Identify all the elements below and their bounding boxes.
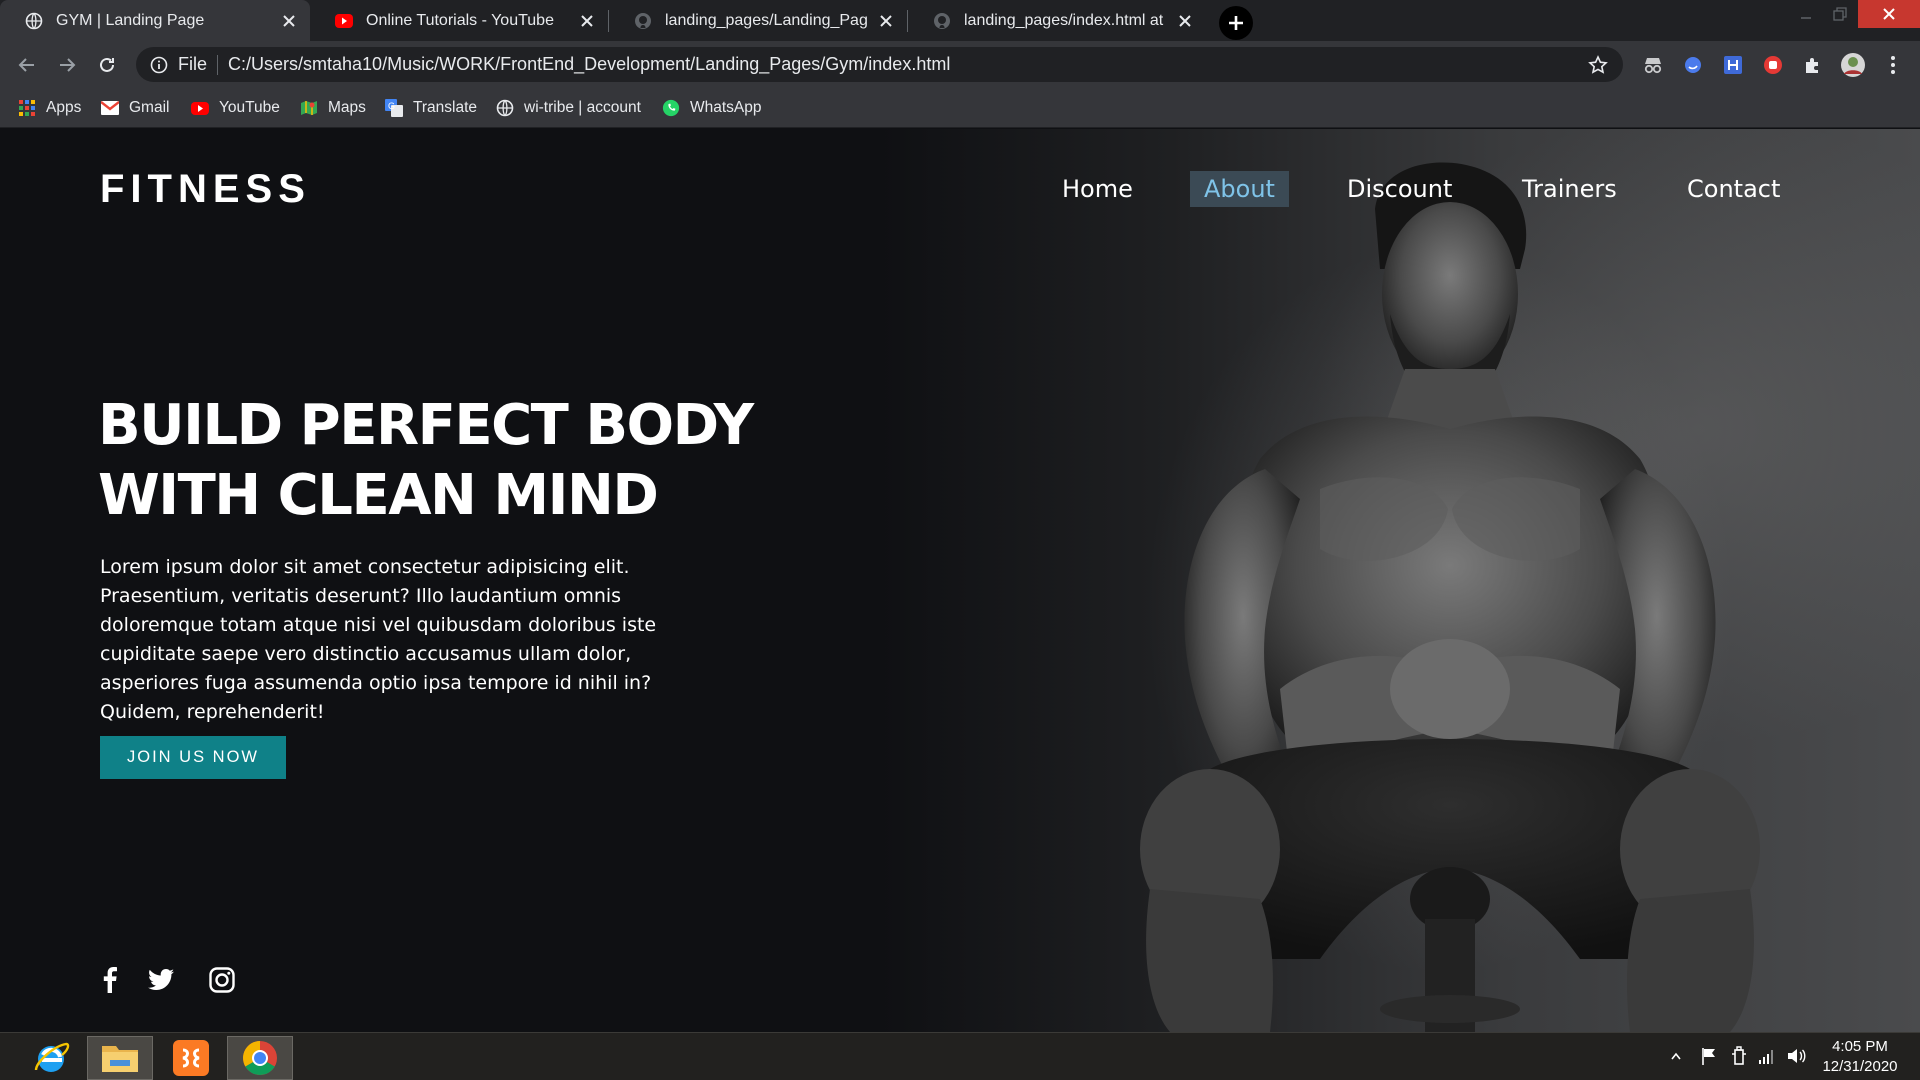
bookmark-apps[interactable]: Apps [18, 88, 81, 128]
apps-grid-icon [18, 99, 36, 117]
url-scheme-label: File [178, 54, 208, 74]
tab-title: landing_pages/index.html at mai [964, 11, 1166, 29]
hero-headline: BUILD PERFECT BODY WITH CLEAN MIND [98, 391, 818, 531]
bookmark-youtube[interactable]: YouTube [191, 88, 280, 128]
tab-title: landing_pages/Landing_Pages/G [665, 11, 867, 29]
bookmark-label: wi-tribe | account [524, 99, 641, 116]
instagram-icon[interactable] [207, 965, 237, 995]
arrow-left-icon [18, 58, 34, 72]
edge-extension-icon[interactable] [1680, 52, 1706, 78]
bookmark-star-icon[interactable] [1587, 54, 1609, 76]
whatsapp-icon [662, 99, 680, 117]
tab-github-index[interactable]: landing_pages/index.html at mai [908, 0, 1206, 41]
info-icon[interactable] [150, 56, 168, 74]
xampp-icon[interactable] [158, 1036, 224, 1080]
youtube-icon [335, 12, 353, 30]
svg-text:G: G [388, 101, 395, 111]
nav-about[interactable]: About [1190, 171, 1289, 207]
show-hidden-icons-icon[interactable] [1665, 1043, 1687, 1069]
avatar[interactable] [1840, 52, 1866, 78]
clock-date: 12/31/2020 [1822, 1058, 1898, 1075]
bookmark-label: Gmail [129, 99, 170, 116]
github-icon [634, 12, 652, 30]
maps-icon [300, 99, 318, 117]
file-explorer-icon[interactable] [87, 1036, 153, 1080]
tab-youtube[interactable]: Online Tutorials - YouTube [310, 0, 608, 41]
back-button[interactable] [14, 52, 40, 78]
divider [217, 54, 219, 75]
tab-title: GYM | Landing Page [56, 11, 205, 29]
headline-line: WITH CLEAN MIND [98, 463, 659, 528]
bookmark-whatsapp[interactable]: WhatsApp [662, 88, 762, 128]
tab-strip: GYM | Landing Page Online Tutorials - Yo… [0, 0, 1920, 41]
close-icon[interactable] [578, 12, 596, 30]
minimize-icon [1801, 17, 1811, 19]
menu-dots-icon[interactable] [1880, 52, 1906, 78]
close-icon[interactable] [280, 12, 298, 30]
youtube-icon [191, 99, 209, 117]
page-viewport: FITNESS Home About Discount Trainers Con… [0, 129, 1920, 1032]
internet-explorer-icon[interactable] [18, 1036, 84, 1080]
headline-line: BUILD PERFECT BODY [98, 393, 754, 458]
reload-icon [100, 57, 114, 72]
nav-home[interactable]: Home [1048, 171, 1147, 207]
site-logo[interactable]: FITNESS [100, 167, 311, 212]
volume-icon[interactable] [1786, 1043, 1808, 1069]
twitter-icon[interactable] [146, 965, 176, 995]
bookmark-label: Apps [46, 99, 82, 116]
hero-description: Lorem ipsum dolor sit amet consectetur a… [100, 556, 657, 723]
bookmark-maps[interactable]: Maps [300, 88, 366, 128]
bookmark-translate[interactable]: G Translate [385, 88, 477, 128]
bookmark-wi-tribe[interactable]: wi-tribe | account [496, 88, 641, 128]
plus-icon [1229, 16, 1243, 30]
athlete-silhouette-image [1140, 162, 1760, 1032]
tab-gym-landing[interactable]: GYM | Landing Page [0, 0, 310, 41]
globe-icon [25, 12, 43, 30]
incognito-extension-icon[interactable] [1640, 52, 1666, 78]
new-tab-button[interactable] [1219, 6, 1253, 40]
restore-button[interactable] [1824, 0, 1856, 28]
browser-toolbar: File C:/Users/smtaha10/Music/WORK/FrontE… [0, 41, 1920, 88]
power-icon[interactable] [1728, 1043, 1750, 1069]
close-icon[interactable] [1176, 12, 1194, 30]
close-icon[interactable] [877, 12, 895, 30]
bookmark-gmail[interactable]: Gmail [101, 88, 169, 128]
h-extension-icon[interactable] [1720, 52, 1746, 78]
bookmarks-bar: Apps Gmail YouTube Maps G Translate wi-t… [0, 88, 1920, 128]
minimize-button[interactable] [1790, 0, 1822, 28]
bookmark-label: YouTube [219, 99, 280, 116]
join-us-button[interactable]: JOIN US NOW [100, 736, 286, 779]
flag-icon[interactable] [1698, 1043, 1720, 1069]
puzzle-icon[interactable] [1800, 52, 1826, 78]
nav-contact[interactable]: Contact [1673, 171, 1794, 207]
facebook-icon[interactable] [95, 965, 125, 995]
bookmark-label: WhatsApp [690, 99, 762, 116]
nav-discount[interactable]: Discount [1333, 171, 1466, 207]
globe-icon [496, 99, 514, 117]
tab-title: Online Tutorials - YouTube [366, 11, 554, 29]
translate-icon: G [385, 99, 403, 117]
close-icon [1883, 8, 1895, 20]
windows-taskbar: 4:05 PM 12/31/2020 [0, 1032, 1920, 1080]
arrow-right-icon [60, 58, 76, 72]
tab-github-landing-pages[interactable]: landing_pages/Landing_Pages/G [609, 0, 907, 41]
address-bar[interactable]: File C:/Users/smtaha10/Music/WORK/FrontE… [136, 47, 1623, 82]
nav-trainers[interactable]: Trainers [1508, 171, 1631, 207]
hero-image [880, 129, 1920, 1032]
forward-button[interactable] [54, 52, 80, 78]
stop-extension-icon[interactable] [1760, 52, 1786, 78]
chrome-icon[interactable] [227, 1036, 293, 1080]
close-window-button[interactable] [1858, 0, 1920, 28]
github-icon [933, 12, 951, 30]
url-text[interactable]: C:/Users/smtaha10/Music/WORK/FrontEnd_De… [228, 54, 1587, 75]
system-clock[interactable]: 4:05 PM 12/31/2020 [1810, 1037, 1910, 1077]
network-signal-icon[interactable] [1756, 1043, 1778, 1069]
gmail-icon [101, 99, 119, 117]
bookmark-label: Translate [413, 99, 478, 116]
restore-icon [1833, 7, 1847, 21]
reload-button[interactable] [94, 52, 120, 78]
bookmark-label: Maps [328, 99, 366, 116]
clock-time: 4:05 PM [1832, 1038, 1888, 1055]
